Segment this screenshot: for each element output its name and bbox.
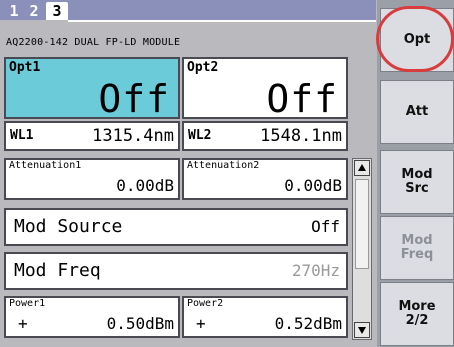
mod-freq-value: 270Hz xyxy=(291,261,340,280)
mod-freq-row[interactable]: Mod Freq 270Hz xyxy=(4,252,348,290)
mod-source-value: Off xyxy=(311,217,340,236)
scrollbar[interactable] xyxy=(352,158,372,340)
power1-field[interactable]: Power1 + 0.50dBm xyxy=(4,296,180,338)
power2-label: Power2 xyxy=(187,298,224,309)
mod-freq-label: Mod Freq xyxy=(14,260,101,281)
wl1-field[interactable]: WL1 1315.4nm xyxy=(4,121,180,151)
power2-value: 0.52dBm xyxy=(274,314,342,333)
softkey-mod-freq[interactable]: Mod Freq xyxy=(380,216,454,280)
tab-1[interactable]: 1 xyxy=(6,2,22,20)
attenuation2-value: 0.00dB xyxy=(284,176,342,195)
softkey-more[interactable]: More 2/2 xyxy=(380,282,454,346)
power2-field[interactable]: Power2 + 0.52dBm xyxy=(182,296,348,338)
mod-source-row[interactable]: Mod Source Off xyxy=(4,208,348,246)
opt1-panel[interactable]: Opt1 Off xyxy=(4,57,180,121)
opt2-value: Off xyxy=(266,77,338,121)
power1-value: 0.50dBm xyxy=(106,314,174,333)
attenuation2-field[interactable]: Attenuation2 0.00dB xyxy=(182,158,348,200)
wl2-label: WL2 xyxy=(188,128,212,143)
opt1-label: Opt1 xyxy=(9,60,41,75)
module-title: AQ2200-142 DUAL FP-LD MODULE xyxy=(6,37,181,48)
power2-sign: + xyxy=(196,314,206,333)
triangle-down-icon xyxy=(358,327,366,334)
wl1-value: 1315.4nm xyxy=(92,126,174,146)
tab-underline xyxy=(68,20,376,22)
instrument-screen: 1 2 3 AQ2200-142 DUAL FP-LD MODULE Opt1 … xyxy=(0,0,454,347)
attenuation1-field[interactable]: Attenuation1 0.00dB xyxy=(4,158,180,200)
opt1-value: Off xyxy=(98,77,170,121)
attenuation1-value: 0.00dB xyxy=(116,176,174,195)
wl2-value: 1548.1nm xyxy=(260,126,342,146)
wl1-label: WL1 xyxy=(10,128,34,143)
opt2-label: Opt2 xyxy=(187,60,219,75)
power1-label: Power1 xyxy=(9,298,46,309)
power1-sign: + xyxy=(18,314,28,333)
attenuation2-label: Attenuation2 xyxy=(187,160,260,171)
wl2-field[interactable]: WL2 1548.1nm xyxy=(182,121,348,151)
highlight-circle xyxy=(376,6,454,72)
scroll-down-button[interactable] xyxy=(354,322,370,338)
tab-2[interactable]: 2 xyxy=(24,2,44,20)
tab-3[interactable]: 3 xyxy=(46,2,68,20)
scrollbar-thumb[interactable] xyxy=(355,179,369,269)
opt2-panel[interactable]: Opt2 Off xyxy=(182,57,348,121)
softkey-att[interactable]: Att xyxy=(380,80,454,144)
page-tabs: 1 2 3 xyxy=(0,0,376,20)
triangle-up-icon xyxy=(358,164,366,171)
scroll-up-button[interactable] xyxy=(354,160,370,176)
softkey-mod-src[interactable]: Mod Src xyxy=(380,150,454,214)
attenuation1-label: Attenuation1 xyxy=(9,160,82,171)
mod-source-label: Mod Source xyxy=(14,216,123,237)
